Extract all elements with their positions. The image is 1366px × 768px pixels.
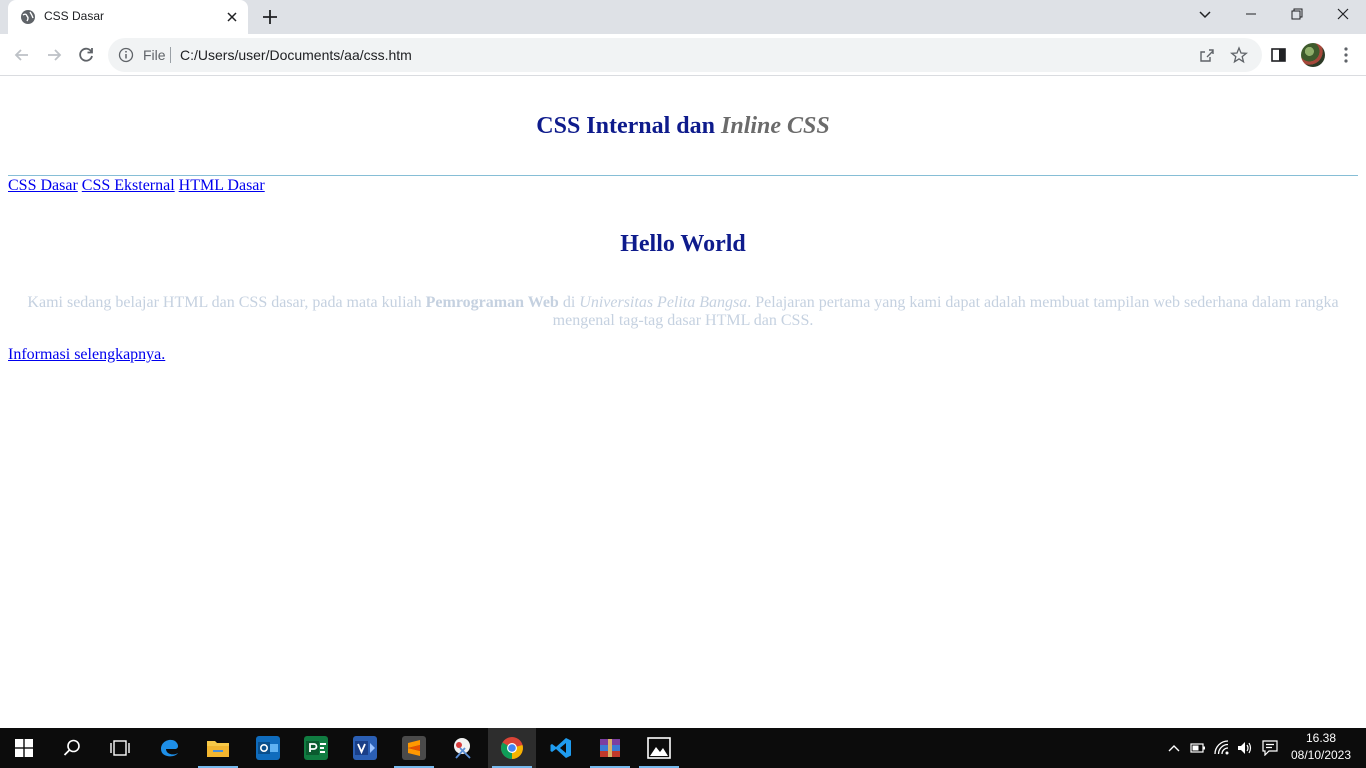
page-heading: CSS Internal dan Inline CSS: [0, 113, 1366, 140]
nav-links: CSS Dasar CSS Eksternal HTML Dasar: [8, 177, 265, 195]
minimize-button[interactable]: [1228, 0, 1274, 30]
sublime-text-icon: [402, 736, 426, 760]
nav-link-html-dasar[interactable]: HTML Dasar: [179, 177, 265, 194]
tab-strip: CSS Dasar: [0, 0, 1366, 34]
minimize-icon: [1246, 13, 1256, 15]
taskbar-visio[interactable]: [341, 728, 389, 768]
taskbar-winrar[interactable]: [586, 728, 634, 768]
close-icon: [1337, 8, 1349, 20]
clock-date[interactable]: 08/10/2023: [1284, 748, 1358, 762]
wifi-icon[interactable]: [1214, 740, 1230, 756]
url-text[interactable]: C:/Users/user/Documents/aa/css.htm: [180, 47, 412, 63]
battery-icon[interactable]: [1190, 740, 1206, 756]
tab-css-dasar[interactable]: CSS Dasar: [8, 0, 248, 34]
taskbar-project[interactable]: [292, 728, 340, 768]
taskbar: 16.38 08/10/2023: [0, 728, 1366, 768]
hello-heading: Hello World: [620, 231, 746, 257]
kebab-menu-icon[interactable]: [1338, 45, 1354, 65]
page-heading-emphasis: Inline CSS: [721, 113, 830, 139]
winrar-icon: [600, 739, 620, 757]
side-panel-icon[interactable]: [1270, 46, 1288, 64]
globe-icon: [21, 10, 35, 24]
clock-time[interactable]: 16.38: [1284, 731, 1358, 745]
tab-title: CSS Dasar: [44, 9, 105, 23]
forward-arrow-icon[interactable]: [43, 44, 65, 66]
intro-paragraph: Kami sedang belajar HTML dan CSS dasar, …: [8, 294, 1358, 330]
browser-toolbar: File C:/Users/user/Documents/aa/css.htm: [0, 34, 1366, 76]
snipping-tool-icon: [454, 738, 471, 759]
nav-link-css-dasar[interactable]: CSS Dasar: [8, 177, 78, 194]
more-info-link[interactable]: Informasi selengkapnya.: [8, 346, 165, 364]
taskbar-vscode[interactable]: [537, 728, 585, 768]
back-arrow-icon[interactable]: [11, 44, 33, 66]
paragraph-text-1: Kami sedang belajar HTML dan CSS dasar, …: [27, 294, 426, 311]
taskbar-outlook[interactable]: [244, 728, 292, 768]
nav-link-css-eksternal[interactable]: CSS Eksternal: [82, 177, 175, 194]
omnibox-divider: [170, 47, 171, 63]
paragraph-bold: Pemrograman Web: [425, 294, 559, 311]
restore-button[interactable]: [1274, 0, 1320, 30]
chevron-up-icon[interactable]: [1166, 740, 1182, 756]
info-icon[interactable]: [118, 47, 134, 63]
taskbar-file-explorer[interactable]: [194, 728, 242, 768]
edge-icon: [161, 739, 178, 757]
horizontal-rule: [8, 175, 1358, 176]
vscode-icon: [550, 738, 571, 758]
profile-avatar[interactable]: [1301, 43, 1325, 67]
page-heading-main: CSS Internal dan: [536, 113, 721, 139]
search-icon: [63, 739, 80, 756]
scheme-label: File: [143, 47, 166, 63]
bookmark-star-icon[interactable]: [1230, 46, 1248, 64]
share-icon[interactable]: [1198, 46, 1216, 64]
close-tab-icon[interactable]: [224, 9, 240, 25]
close-window-button[interactable]: [1320, 0, 1366, 30]
taskbar-snipping-tool[interactable]: [439, 728, 487, 768]
taskbar-sublime-text[interactable]: [390, 728, 438, 768]
paragraph-italic: Universitas Pelita Bangsa: [579, 294, 748, 311]
paragraph-text-2: di: [558, 294, 580, 311]
volume-icon[interactable]: [1237, 740, 1253, 756]
folder-icon: [207, 741, 229, 757]
project-icon: [304, 736, 328, 760]
reload-icon[interactable]: [75, 44, 97, 66]
taskbar-edge[interactable]: [146, 728, 194, 768]
taskbar-photos[interactable]: [635, 728, 683, 768]
task-view-icon: [110, 740, 130, 756]
restore-icon: [1291, 8, 1303, 20]
photos-icon: [647, 737, 671, 759]
search-button[interactable]: [48, 728, 96, 768]
visio-icon: [353, 736, 377, 760]
chevron-down-icon[interactable]: [1195, 6, 1215, 24]
notification-icon[interactable]: [1262, 740, 1278, 756]
chrome-icon: [501, 737, 523, 759]
windows-logo-icon: [15, 739, 33, 757]
new-tab-icon[interactable]: [259, 6, 281, 28]
task-view-button[interactable]: [96, 728, 144, 768]
taskbar-chrome[interactable]: [488, 728, 536, 768]
start-button[interactable]: [0, 728, 48, 768]
outlook-icon: [256, 736, 280, 760]
page-viewport: CSS Internal dan Inline CSS CSS Dasar CS…: [0, 77, 1366, 728]
address-bar[interactable]: File C:/Users/user/Documents/aa/css.htm: [108, 38, 1262, 72]
